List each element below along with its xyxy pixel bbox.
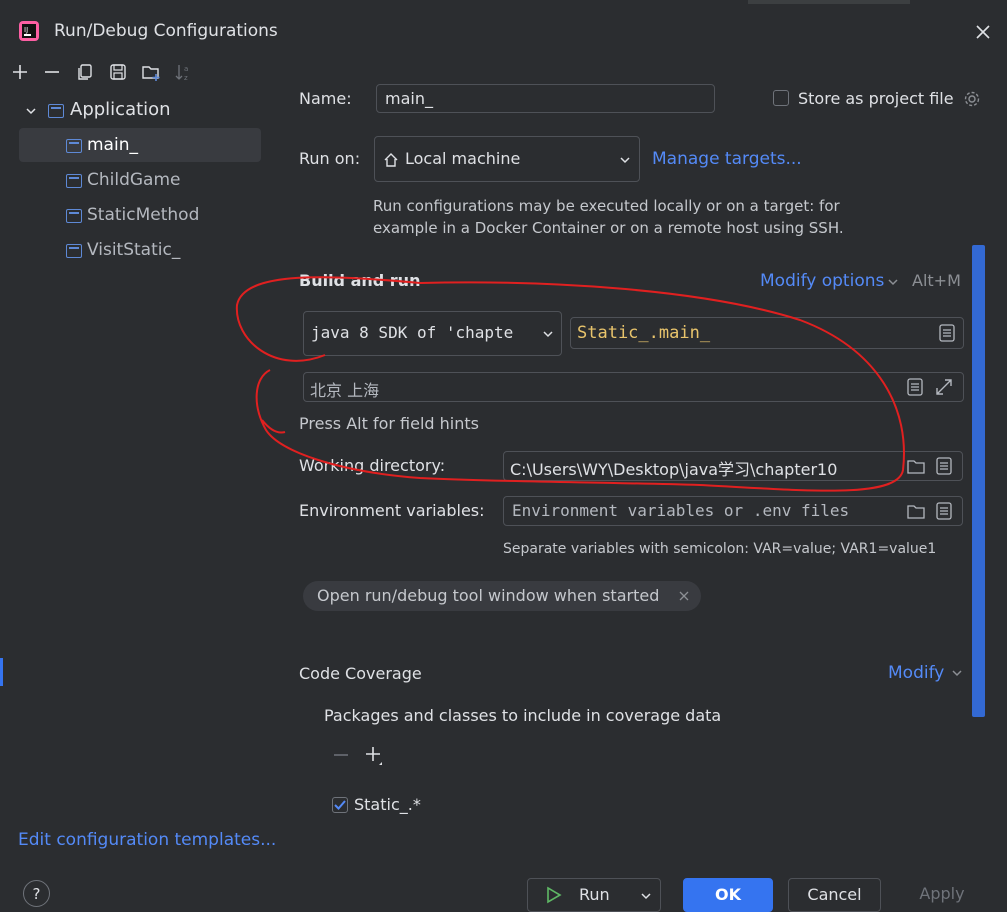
chevron-down-icon[interactable] [24,104,38,118]
play-icon [546,886,562,904]
folder-icon[interactable] [907,503,925,519]
sdk-value: java 8 SDK of 'chapte [311,323,514,342]
run-on-select[interactable]: Local machine [374,136,640,182]
config-icon [66,174,82,188]
program-args-input[interactable]: 北京 上海 [303,372,964,402]
close-icon[interactable] [679,591,689,601]
list-icon[interactable] [907,378,923,396]
left-edge-marker [0,658,3,686]
plus-icon[interactable] [11,63,29,81]
tab-indicator [748,0,910,4]
coverage-title: Code Coverage [299,664,422,683]
cancel-button[interactable]: Cancel [788,878,881,912]
run-on-value: Local machine [405,149,521,168]
coverage-item-label[interactable]: Static_.* [354,795,421,814]
tool-window-tag-label: Open run/debug tool window when started [317,586,660,605]
run-button-label: Run [579,885,610,904]
chevron-down-icon [887,276,899,288]
manage-targets-link[interactable]: Manage targets... [652,149,802,169]
tree-group-application[interactable]: Application [70,99,171,120]
copy-icon[interactable] [76,63,94,81]
run-on-help-line-1: Run configurations may be executed local… [373,197,840,215]
application-icon [48,104,64,118]
working-dir-label: Working directory: [299,456,446,475]
coverage-item-checkbox[interactable] [332,797,348,813]
modify-shortcut: Alt+M [912,271,961,290]
coverage-modify-link[interactable]: Modify [888,663,944,683]
env-placeholder: Environment variables or .env files [512,501,850,520]
save-icon[interactable] [109,63,127,81]
window-title: Run/Debug Configurations [54,21,278,41]
config-icon [66,139,82,153]
main-class-input[interactable]: Static_.main_ [570,317,964,349]
sort-az-icon[interactable]: az [175,62,193,82]
tree-item-staticmethod[interactable]: StaticMethod [87,205,199,225]
program-args-value: 北京 上海 [310,381,380,400]
svg-text:IJ: IJ [24,26,28,34]
field-hints-text: Press Alt for field hints [299,414,479,433]
scrollbar-thumb[interactable] [972,245,985,717]
intellij-logo-icon: IJ [18,20,40,42]
run-on-label: Run on: [299,149,361,168]
apply-button[interactable]: Apply [902,878,982,912]
folder-add-icon[interactable] [141,62,161,82]
store-label[interactable]: Store as project file [798,89,954,108]
tree-item-main[interactable]: main_ [87,135,138,155]
chevron-down-icon [951,667,963,679]
store-checkbox[interactable] [773,90,789,106]
gear-icon[interactable] [963,90,981,108]
chevron-down-icon [542,328,554,340]
config-icon [66,209,82,223]
minus-icon[interactable] [333,747,349,763]
home-icon [383,152,399,168]
tree-item-visitstatic[interactable]: VisitStatic_ [87,240,180,260]
help-button-label: ? [32,885,41,903]
tree-selection [19,128,261,162]
expand-icon[interactable] [935,378,953,396]
env-input[interactable]: Environment variables or .env files [503,496,963,526]
ok-button-label: OK [715,885,741,904]
run-on-help-line-2: example in a Docker Container or on a re… [373,219,844,237]
apply-button-label: Apply [919,884,965,903]
chevron-down-icon[interactable] [640,890,652,902]
tool-window-tag[interactable]: Open run/debug tool window when started [303,581,701,611]
name-input[interactable]: main_ [376,84,715,113]
name-input-value: main_ [385,89,433,108]
chevron-down-icon [619,154,631,166]
build-run-title: Build and run [299,271,421,290]
svg-text:a: a [184,65,188,73]
edit-templates-link[interactable]: Edit configuration templates... [18,830,276,850]
modify-options-link[interactable]: Modify options [760,271,884,291]
env-help-text: Separate variables with semicolon: VAR=v… [503,541,937,557]
svg-text:z: z [184,74,188,82]
name-label: Name: [299,89,352,108]
env-label: Environment variables: [299,501,485,520]
working-dir-value: C:\Users\WY\Desktop\java学习\chapter10 [510,460,838,479]
minus-icon[interactable] [43,63,61,81]
run-button[interactable]: Run [527,878,661,912]
list-icon[interactable] [936,457,952,475]
ok-button[interactable]: OK [683,878,773,912]
help-button[interactable]: ? [23,880,50,907]
tree-item-childgame[interactable]: ChildGame [87,170,181,190]
sdk-select[interactable]: java 8 SDK of 'chapte [303,311,562,356]
folder-icon[interactable] [907,458,925,474]
plus-icon[interactable] [365,746,385,766]
cancel-button-label: Cancel [807,885,862,904]
list-icon[interactable] [936,502,952,520]
list-icon[interactable] [939,324,955,342]
main-class-value: Static_.main_ [577,323,711,343]
close-icon[interactable] [975,24,991,40]
working-dir-input[interactable]: C:\Users\WY\Desktop\java学习\chapter10 [503,451,963,481]
config-icon [66,244,82,258]
coverage-help-text: Packages and classes to include in cover… [324,706,722,725]
